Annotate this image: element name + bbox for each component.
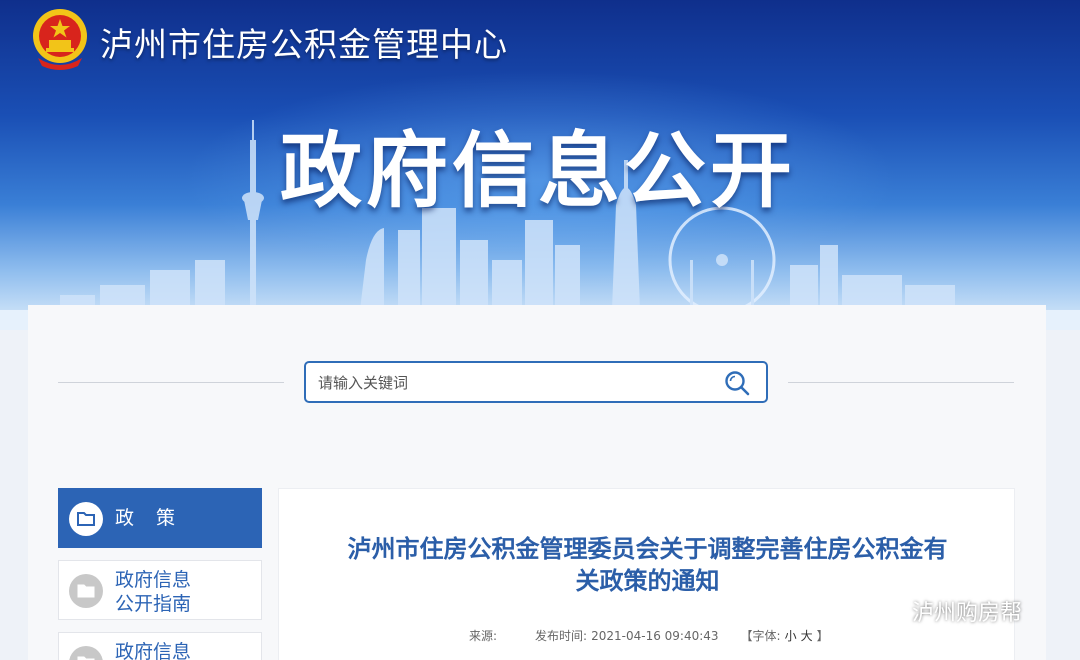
site-title: 泸州市住房公积金管理中心	[100, 25, 508, 64]
folder-icon	[69, 502, 103, 536]
sidebar-item-policy[interactable]: 政策	[58, 488, 262, 548]
article-title: 泸州市住房公积金管理委员会关于调整完善住房公积金有 关政策的通知	[299, 533, 996, 597]
article-card: 泸州市住房公积金管理委员会关于调整完善住房公积金有 关政策的通知 来源: 发布时间…	[278, 488, 1015, 660]
sidebar-item-disclosure-guide[interactable]: 政府信息 公开指南	[58, 560, 262, 620]
folder-icon	[69, 646, 103, 660]
sidebar-item-gov-info[interactable]: 政府信息	[58, 632, 262, 660]
source-label: 来源:	[469, 629, 498, 643]
sidebar-item-label-line1: 政府信息	[115, 569, 192, 591]
wechat-icon	[868, 598, 903, 623]
folder-icon	[69, 574, 103, 608]
search-divider-right	[788, 382, 1014, 383]
banner-heading: 政府信息公开	[280, 124, 797, 219]
search-input[interactable]	[318, 371, 708, 395]
article-meta: 来源: 发布时间: 2021-04-16 09:40:43 【字体: 小大】	[469, 627, 833, 644]
article-title-line2: 关政策的通知	[575, 567, 720, 595]
national-emblem-icon	[33, 9, 87, 70]
header-banner: 泸州市住房公积金管理中心 政府信息公开	[0, 0, 1080, 330]
date-value: 2021-04-16 09:40:43	[591, 629, 719, 643]
font-large-link[interactable]: 大	[801, 629, 813, 643]
date-label: 发布时间:	[535, 629, 588, 643]
sidebar-item-label-line1: 政府信息	[115, 641, 192, 660]
sidebar-item-label: 政策	[115, 507, 198, 529]
search-divider-left	[58, 382, 284, 383]
watermark-text: 泸州购房帮	[912, 601, 1023, 626]
watermark: 泸州购房帮	[866, 596, 1022, 626]
font-size-label: 【字体:	[740, 629, 781, 643]
sidebar-item-label-line2: 公开指南	[115, 593, 192, 615]
font-small-link[interactable]: 小	[785, 629, 797, 643]
font-size-close: 】	[816, 629, 829, 643]
search-icon[interactable]	[724, 370, 750, 396]
article-title-line1: 泸州市住房公积金管理委员会关于调整完善住房公积金有	[347, 535, 948, 563]
search-box	[304, 361, 768, 403]
